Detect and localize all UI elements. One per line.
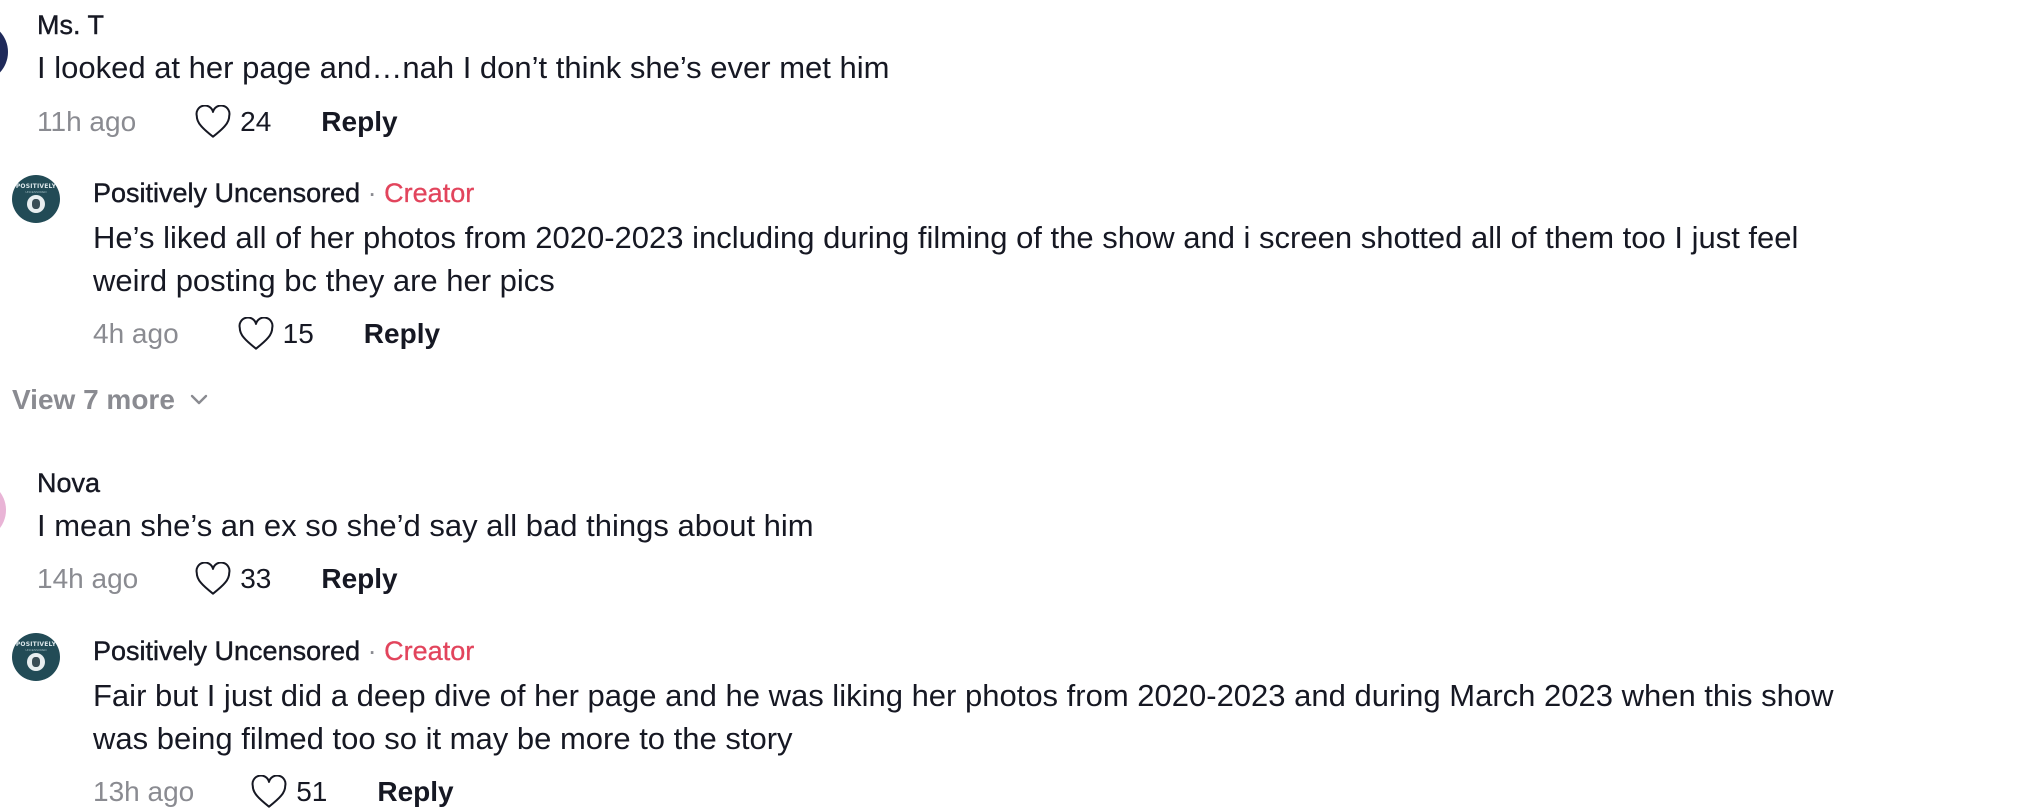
comment-time: 4h ago	[93, 318, 179, 349]
heart-outline-icon	[251, 775, 287, 808]
comment-text-line-1: He’s liked all of her photos from 2020-2…	[93, 220, 1799, 255]
comment-meta: 11h ago 24 Reply	[37, 102, 398, 142]
like-button[interactable]: 15	[237, 317, 314, 351]
comment-meta: 4h ago 15 Reply	[93, 314, 440, 354]
like-button[interactable]: 51	[250, 775, 327, 809]
reply-button[interactable]: Reply	[377, 776, 453, 808]
creator-avatar[interactable]: POSITIVELY UNCENSORED	[12, 633, 60, 681]
comment-time: 13h ago	[93, 776, 195, 807]
comment-time: 11h ago	[37, 106, 137, 137]
separator-dot: ·	[367, 636, 377, 666]
view-more-replies-button[interactable]: View 7 more	[12, 384, 209, 416]
like-count: 15	[282, 318, 314, 349]
comment-text-line-1: Fair but I just did a deep dive of her p…	[93, 678, 1834, 713]
heart-outline-icon	[195, 562, 231, 595]
avatar-logo-text: POSITIVELY	[15, 641, 57, 648]
creator-badge: Creator	[384, 178, 475, 208]
comment-text-line-2: weird posting bc they are her pics	[93, 263, 555, 298]
avatar[interactable]	[0, 22, 8, 82]
avatar-logo-subtext: UNCENSORED	[25, 648, 47, 652]
reply-button[interactable]: Reply	[364, 318, 440, 350]
like-count: 33	[240, 563, 272, 594]
avatar-portrait	[27, 195, 45, 213]
separator-dot: ·	[367, 178, 377, 208]
comment-meta: 13h ago 51 Reply	[93, 772, 454, 812]
comment-meta: 14h ago 33 Reply	[37, 559, 398, 599]
chevron-down-icon	[190, 394, 208, 405]
comment-username[interactable]: Nova	[37, 468, 100, 499]
comment-username-text: Positively Uncensored	[93, 178, 361, 208]
creator-badge: Creator	[384, 636, 475, 666]
like-count: 51	[296, 776, 328, 807]
creator-avatar[interactable]: POSITIVELY UNCENSORED	[12, 175, 60, 223]
avatar[interactable]	[0, 480, 6, 540]
comment-username[interactable]: Ms. T	[37, 10, 104, 41]
comment-username[interactable]: Positively Uncensored · Creator	[93, 178, 475, 209]
comment-text-line-2: was being filmed too so it may be more t…	[93, 721, 793, 756]
comment-time: 14h ago	[37, 563, 139, 594]
reply-button[interactable]: Reply	[321, 563, 397, 595]
comment-username[interactable]: Positively Uncensored · Creator	[93, 636, 475, 667]
heart-outline-icon	[195, 105, 231, 138]
avatar-logo-text: POSITIVELY	[15, 183, 57, 190]
like-button[interactable]: 24	[194, 105, 271, 139]
like-count: 24	[240, 106, 272, 137]
avatar-logo-subtext: UNCENSORED	[25, 190, 47, 194]
avatar-portrait	[27, 653, 45, 671]
view-more-label: View 7 more	[12, 384, 175, 415]
comment-username-text: Positively Uncensored	[93, 636, 361, 666]
comment-text: I looked at her page and…nah I don’t thi…	[37, 50, 890, 85]
reply-button[interactable]: Reply	[321, 106, 397, 138]
heart-outline-icon	[238, 317, 274, 350]
comment-text: I mean she’s an ex so she’d say all bad …	[37, 508, 814, 543]
like-button[interactable]: 33	[194, 562, 271, 596]
